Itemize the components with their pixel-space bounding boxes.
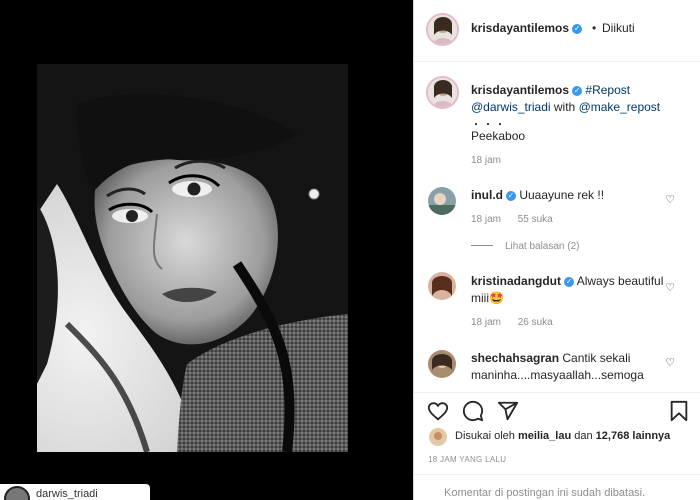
portrait-image xyxy=(37,64,348,452)
likes-summary: Disukai oleh meilia_lau dan 12,768 lainn… xyxy=(455,430,670,442)
comment-time[interactable]: 18 jam xyxy=(471,214,501,225)
comment-text: shechahsagran Cantik sekali maninha....m… xyxy=(471,350,681,384)
caption-body: Peekaboo xyxy=(471,129,526,143)
likes-count[interactable]: 12,768 xyxy=(596,430,630,442)
bookmark-icon[interactable] xyxy=(668,400,690,422)
comment-text: inul.d ✓ Uuaayune rek !! xyxy=(471,187,604,204)
caption-text: krisdayantilemos ✓ #Repost @darwis_triadi… xyxy=(471,82,686,116)
author-username-text[interactable]: krisdayantilemos xyxy=(471,21,569,35)
verified-badge-icon: ✓ xyxy=(572,24,583,34)
likes-suffix[interactable]: lainnya xyxy=(632,430,670,442)
photo-tag-bar[interactable]: darwis_triadi xyxy=(0,484,150,500)
comment-like-heart-icon[interactable]: ♡ xyxy=(665,356,675,369)
commenter-username[interactable]: inul.d xyxy=(471,188,503,202)
tagged-user-avatar xyxy=(4,486,30,500)
comment-body: Uuaayune rek !! xyxy=(519,188,605,202)
follow-status-button[interactable]: Diikuti xyxy=(602,21,635,35)
liker-username[interactable]: meilia_lau xyxy=(518,430,571,442)
commenter-username[interactable]: shechahsagran xyxy=(471,351,559,365)
post-timestamp[interactable]: 18 JAM YANG LALU xyxy=(428,455,506,464)
with-word: with xyxy=(553,100,576,114)
caption-username[interactable]: krisdayantilemos xyxy=(471,83,569,97)
caption-author-avatar[interactable] xyxy=(426,76,459,109)
liker-avatar[interactable] xyxy=(429,428,447,446)
verified-badge-icon: ✓ xyxy=(506,191,516,201)
comment-like-heart-icon[interactable]: ♡ xyxy=(665,281,675,294)
tagged-username: darwis_triadi xyxy=(36,488,98,500)
comment-time[interactable]: 18 jam xyxy=(471,317,501,328)
author-username[interactable]: krisdayantilemos ✓ xyxy=(471,21,583,35)
commenter-avatar[interactable] xyxy=(428,350,456,378)
comment-text: kristinadangdut ✓ Always beautiful miii🤩 xyxy=(471,273,671,307)
commenter-username[interactable]: kristinadangdut xyxy=(471,274,561,288)
comments-list: krisdayantilemos ✓ #Repost @darwis_triadi… xyxy=(414,62,700,392)
likes-prefix: Disukai oleh xyxy=(455,430,515,442)
post-side-panel: krisdayantilemos ✓ • Diikuti krisdayantil… xyxy=(413,0,700,500)
instagram-post-modal: darwis_triadi krisdayantilemos ✓ • Diikut… xyxy=(0,0,700,500)
author-avatar[interactable] xyxy=(426,13,459,46)
view-replies-label[interactable]: Lihat balasan (2) xyxy=(505,241,580,252)
replies-divider xyxy=(471,245,493,246)
commenter-avatar[interactable] xyxy=(428,272,456,300)
view-replies-button[interactable]: Lihat balasan (2) xyxy=(471,241,580,252)
comment-meta: 18 jam 26 suka xyxy=(471,317,553,328)
comments-disabled-notice: Komentar di postingan ini sudah dibatasi… xyxy=(444,487,646,499)
likes-mid: dan xyxy=(574,430,593,442)
post-header: krisdayantilemos ✓ • Diikuti xyxy=(414,0,700,62)
verified-badge-icon: ✓ xyxy=(564,277,575,287)
comment-restricted-footer: Komentar di postingan ini sudah dibatasi… xyxy=(414,474,700,500)
comment-icon[interactable] xyxy=(462,400,484,422)
comment-likes[interactable]: 26 suka xyxy=(518,317,553,328)
comment-like-heart-icon[interactable]: ♡ xyxy=(665,193,675,206)
post-photo[interactable] xyxy=(37,64,348,452)
caption-time[interactable]: 18 jam xyxy=(471,155,501,166)
post-actions: Disukai oleh meilia_lau dan 12,768 lainn… xyxy=(414,392,700,464)
share-icon[interactable] xyxy=(497,400,519,422)
comment-meta: 18 jam 55 suka xyxy=(471,214,553,225)
commenter-avatar[interactable] xyxy=(428,187,456,215)
hashtag-repost[interactable]: #Repost xyxy=(585,83,630,97)
separator-dot: • xyxy=(592,21,597,35)
mention-make-repost[interactable]: @make_repost xyxy=(579,100,661,114)
heart-icon[interactable] xyxy=(427,400,449,422)
mention-darwis[interactable]: @darwis_triadi xyxy=(471,100,551,114)
verified-badge-icon: ✓ xyxy=(572,86,583,96)
comment-likes[interactable]: 55 suka xyxy=(518,214,553,225)
